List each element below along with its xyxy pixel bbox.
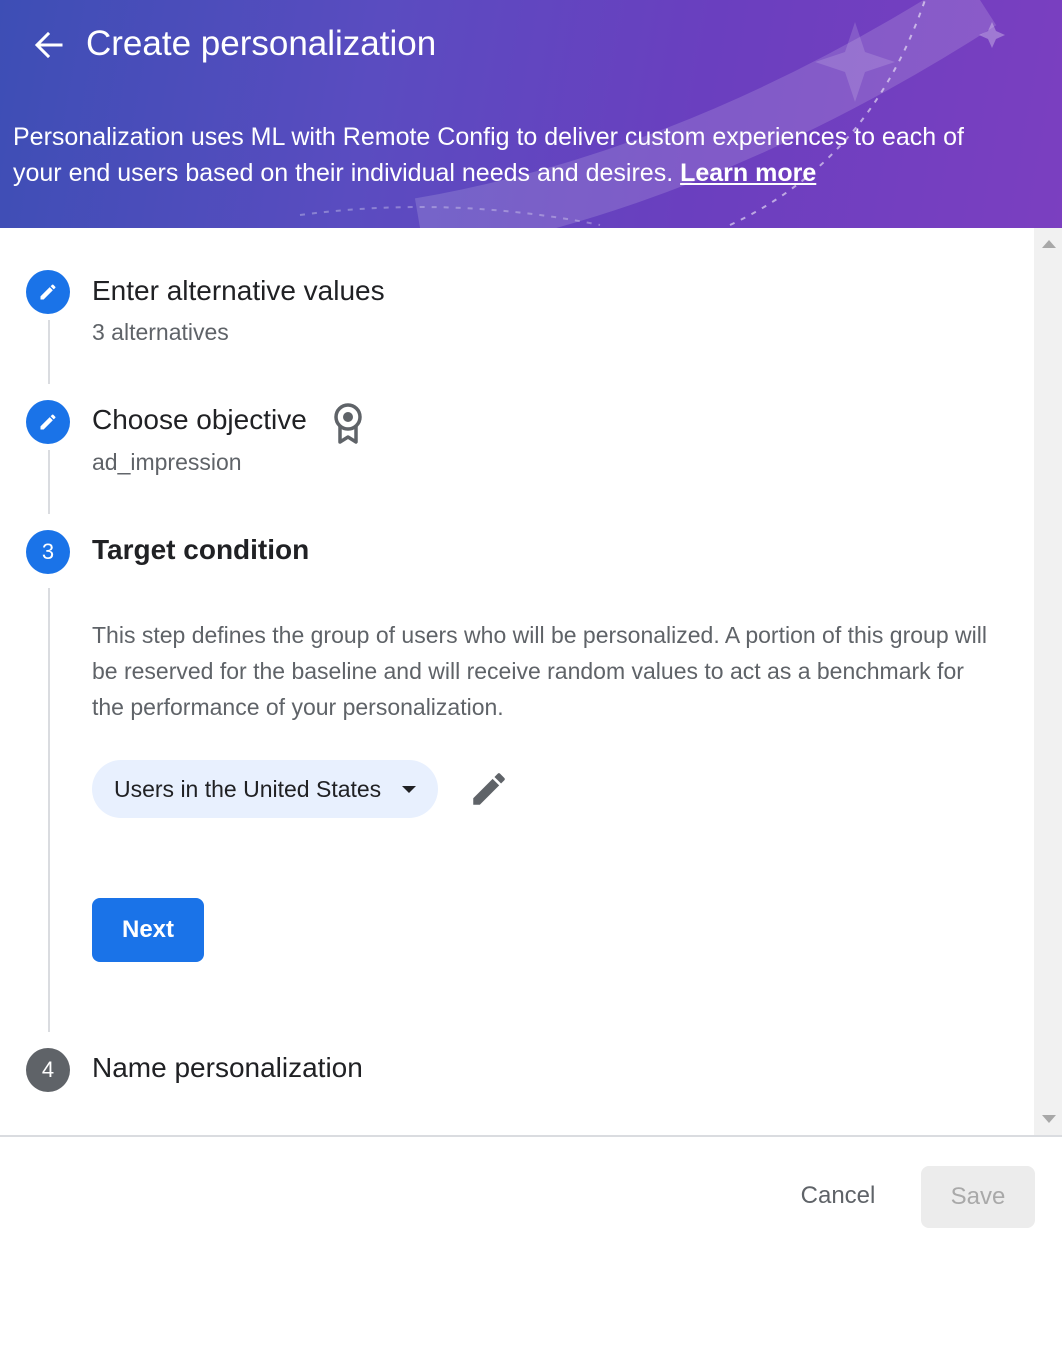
pencil-icon bbox=[473, 773, 505, 805]
scroll-down-arrow-icon[interactable] bbox=[1042, 1115, 1056, 1123]
dropdown-arrow-icon bbox=[402, 786, 416, 793]
scroll-up-arrow-icon[interactable] bbox=[1042, 240, 1056, 248]
learn-more-link[interactable]: Learn more bbox=[680, 159, 816, 187]
step-2-subtitle: ad_impression bbox=[92, 449, 242, 475]
step-connector bbox=[48, 320, 50, 384]
description-text: Personalization uses ML with Remote Conf… bbox=[13, 123, 964, 187]
edit-condition-button[interactable] bbox=[468, 768, 510, 810]
scrollbar[interactable] bbox=[1034, 228, 1062, 1135]
step-4-number: 4 bbox=[26, 1048, 70, 1092]
condition-select-value: Users in the United States bbox=[114, 775, 382, 802]
save-button[interactable]: Save bbox=[921, 1166, 1035, 1228]
step-1-edit-icon[interactable] bbox=[26, 270, 70, 314]
step-2-edit-icon[interactable] bbox=[26, 400, 70, 444]
step-1-title[interactable]: Enter alternative values bbox=[92, 274, 385, 308]
header-description: Personalization uses ML with Remote Conf… bbox=[13, 119, 973, 191]
pencil-icon bbox=[40, 284, 56, 300]
step-3-description: This step defines the group of users who… bbox=[92, 622, 987, 720]
step-connector bbox=[48, 450, 50, 514]
step-3-number: 3 bbox=[26, 530, 70, 574]
page-title: Create personalization bbox=[86, 24, 437, 63]
cancel-button[interactable]: Cancel bbox=[780, 1166, 896, 1226]
header-banner: Create personalization Personalization u… bbox=[0, 0, 1062, 228]
next-button[interactable]: Next bbox=[92, 898, 204, 962]
step-connector bbox=[48, 588, 50, 1032]
step-1-subtitle: 3 alternatives bbox=[92, 319, 229, 345]
step-3-title: Target condition bbox=[92, 534, 310, 565]
back-arrow-icon[interactable] bbox=[28, 24, 70, 66]
award-badge-icon bbox=[334, 403, 362, 444]
pencil-icon bbox=[40, 414, 56, 430]
footer-divider bbox=[0, 1135, 1062, 1137]
condition-select[interactable]: Users in the United States bbox=[92, 760, 438, 818]
stepper-content: Enter alternative values 3 alternatives … bbox=[0, 228, 1034, 1135]
step-2-title[interactable]: Choose objective bbox=[92, 403, 307, 437]
step-4-title[interactable]: Name personalization bbox=[92, 1051, 363, 1085]
